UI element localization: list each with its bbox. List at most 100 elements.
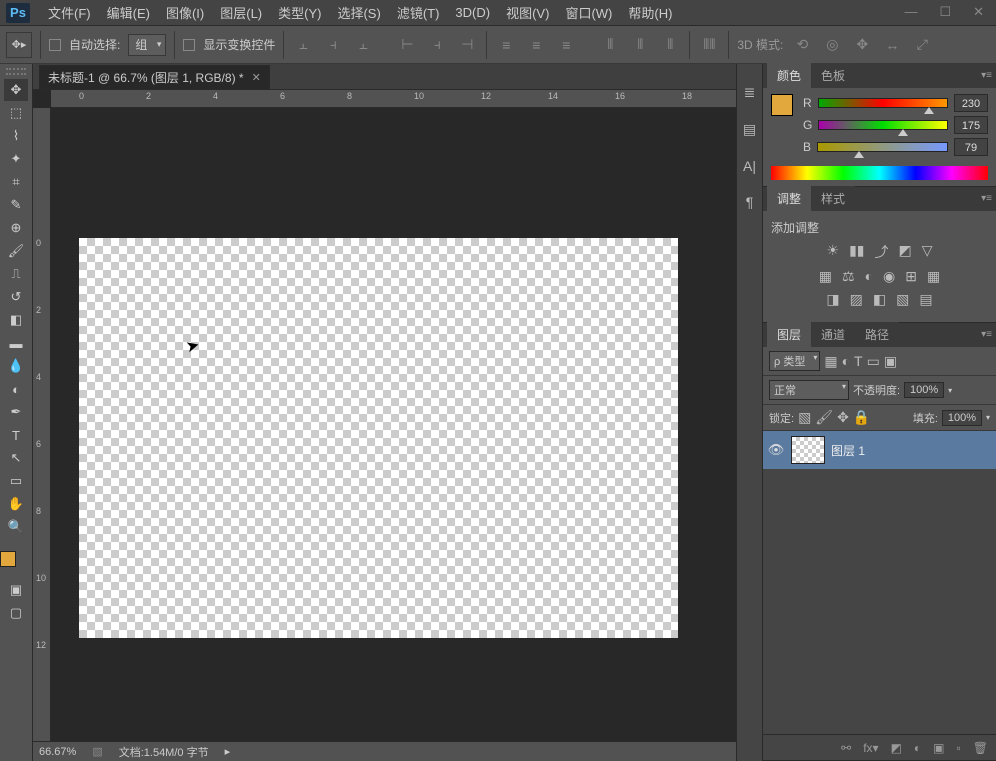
panel-menu-icon[interactable]: ▾≡ [981,329,992,340]
hue-icon[interactable]: ▦ [819,268,832,285]
lock-trans-icon[interactable]: ▧ [798,409,811,426]
gradient-map-icon[interactable]: ▧ [896,291,909,308]
new-layer-icon[interactable]: ▫ [957,741,961,755]
adjustment-layer-icon[interactable]: ◐ [914,741,921,755]
align-top-icon[interactable]: ⫠ [292,34,314,56]
distribute-hcenter-icon[interactable]: ⦀ [629,34,651,56]
history-brush-tool[interactable]: ↺ [4,286,28,308]
tab-swatches[interactable]: 色板 [811,63,855,88]
opacity-field[interactable]: 100% [904,382,944,398]
lasso-tool[interactable]: ⌇ [4,125,28,147]
menu-layer[interactable]: 图层(L) [212,3,270,22]
type-tool[interactable]: T [4,424,28,446]
visibility-icon[interactable]: 👁 [767,442,785,458]
lock-all-icon[interactable]: 🔒 [853,409,870,426]
filter-shape-icon[interactable]: ▭ [867,353,880,370]
window-close-icon[interactable]: ✕ [973,4,984,20]
posterize-icon[interactable]: ▨ [850,291,863,308]
g-slider[interactable] [818,120,948,130]
3d-slide-icon[interactable]: ↔ [881,34,903,56]
marquee-tool[interactable]: ⬚ [4,102,28,124]
3d-scale-icon[interactable]: ⤢ [911,34,933,56]
zoom-tool[interactable]: 🔍 [4,516,28,538]
color-preview[interactable] [771,94,793,116]
align-bottom-icon[interactable]: ⫠ [352,34,374,56]
heal-tool[interactable]: ⊕ [4,217,28,239]
window-maximize-icon[interactable]: ☐ [939,4,951,20]
auto-select-checkbox[interactable] [49,39,61,51]
fill-field[interactable]: 100% [942,410,982,426]
threshold-icon[interactable]: ◧ [873,291,886,308]
filter-type-icon[interactable]: T [854,353,863,369]
tab-channels[interactable]: 通道 [811,322,855,347]
status-arrow-icon[interactable]: ▸ [225,745,231,758]
distribute-vcenter-icon[interactable]: ≡ [525,34,547,56]
blend-mode-dropdown[interactable]: 正常 [769,380,849,400]
delete-layer-icon[interactable]: 🗑 [973,741,988,755]
layer-filter-dropdown[interactable]: ρ 类型 [769,351,820,371]
gradient-tool[interactable]: ▬ [4,332,28,354]
pen-tool[interactable]: ✒ [4,401,28,423]
tab-close-icon[interactable]: ✕ [252,71,261,84]
3d-roll-icon[interactable]: ◎ [821,34,843,56]
menu-image[interactable]: 图像(I) [158,3,212,22]
auto-select-dropdown[interactable]: 组 [128,34,166,56]
menu-filter[interactable]: 滤镜(T) [389,3,448,22]
blur-tool[interactable]: 💧 [4,355,28,377]
ruler-vertical[interactable]: 0 2 4 6 8 10 12 [33,108,51,741]
tab-layers[interactable]: 图层 [767,322,811,347]
layer-thumbnail[interactable] [791,436,825,464]
menu-type[interactable]: 类型(Y) [270,3,329,22]
dodge-tool[interactable]: ◐ [4,378,28,400]
distribute-left-icon[interactable]: ⦀ [599,34,621,56]
document-tab[interactable]: 未标题-1 @ 66.7% (图层 1, RGB/8) * ✕ [39,65,270,89]
filter-smart-icon[interactable]: ▣ [884,353,897,370]
status-docinfo[interactable]: 文档:1.54M/0 字节 [119,744,209,760]
move-tool[interactable]: ✥ [4,79,28,101]
foreground-swatch[interactable] [0,551,16,567]
color-spectrum[interactable] [771,166,988,180]
shape-tool[interactable]: ▭ [4,470,28,492]
hand-tool[interactable]: ✋ [4,493,28,515]
menu-file[interactable]: 文件(F) [40,3,99,22]
3d-pan-icon[interactable]: ✥ [851,34,873,56]
balance-icon[interactable]: ⚖ [842,268,855,285]
window-minimize-icon[interactable]: — [904,4,917,20]
lock-pixel-icon[interactable]: 🖌 [815,409,833,426]
dock-history-icon[interactable]: ≣ [744,84,756,101]
brightness-icon[interactable]: ☀ [827,242,840,262]
align-left-icon[interactable]: ⊢ [396,34,418,56]
crop-tool[interactable]: ⌗ [4,171,28,193]
stamp-tool[interactable]: ⎍ [4,263,28,285]
curves-icon[interactable]: ⤴ [874,242,888,262]
dock-paragraph-icon[interactable]: ¶ [746,194,754,210]
layer-fx-icon[interactable]: fx▾ [863,741,878,755]
exposure-icon[interactable]: ◩ [898,242,911,262]
menu-window[interactable]: 窗口(W) [557,3,620,22]
dock-character-icon[interactable]: A| [743,158,756,174]
tab-adjustments[interactable]: 调整 [767,186,811,211]
levels-icon[interactable]: ▮▮ [849,242,864,262]
path-select-tool[interactable]: ↖ [4,447,28,469]
panel-menu-icon[interactable]: ▾≡ [981,193,992,204]
distribute-bottom-icon[interactable]: ≡ [555,34,577,56]
panel-menu-icon[interactable]: ▾≡ [981,70,992,81]
filter-pixel-icon[interactable]: ▦ [824,353,837,370]
filter-adjust-icon[interactable]: ◐ [842,353,850,369]
tab-styles[interactable]: 样式 [811,186,855,211]
layer-name[interactable]: 图层 1 [831,442,865,459]
ruler-horizontal[interactable]: 0 2 4 6 8 10 12 14 16 18 [51,90,736,108]
auto-align-icon[interactable]: ⦀⦀ [698,34,720,56]
status-zoom[interactable]: 66.67% [39,746,76,758]
lock-pos-icon[interactable]: ✥ [837,409,849,426]
photo-filter-icon[interactable]: ◉ [883,268,895,285]
dock-properties-icon[interactable]: ▤ [743,121,756,138]
screenmode-tool[interactable]: ▢ [4,602,28,624]
b-value[interactable]: 79 [954,138,988,156]
toolbar-grip[interactable] [6,68,26,75]
r-slider[interactable] [818,98,948,108]
r-value[interactable]: 230 [954,94,988,112]
menu-select[interactable]: 选择(S) [329,3,388,22]
g-value[interactable]: 175 [954,116,988,134]
layer-mask-icon[interactable]: ◩ [891,741,902,755]
